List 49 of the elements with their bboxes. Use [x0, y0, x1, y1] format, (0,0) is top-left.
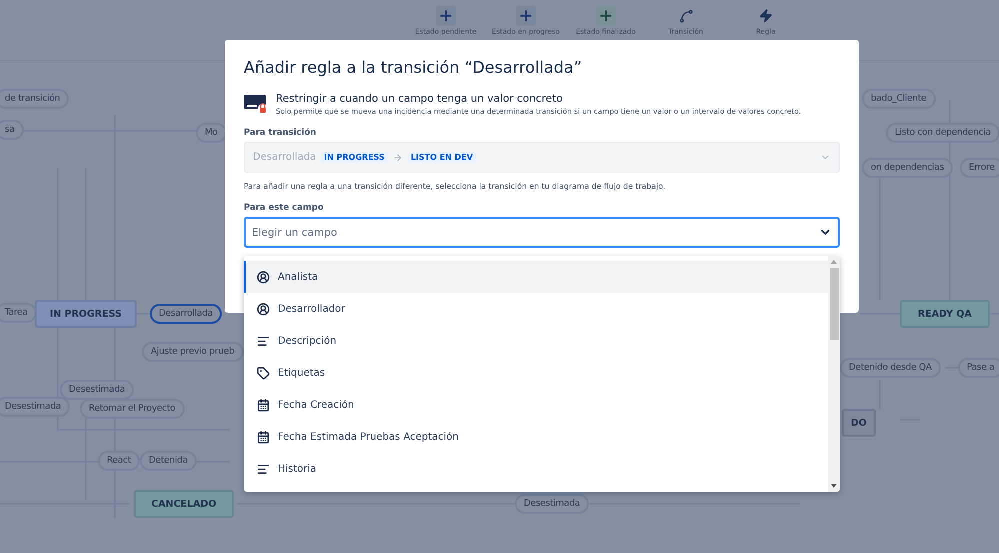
- transition-pill[interactable]: Retomar el Proyecto: [80, 399, 185, 419]
- status-node[interactable]: CANCELADO: [134, 490, 234, 518]
- transition-pill[interactable]: Desestimada: [515, 494, 590, 514]
- plus-icon: [516, 6, 536, 26]
- field-lock-icon: [244, 93, 268, 115]
- status-node[interactable]: READY QA: [900, 300, 990, 328]
- calendar-icon: [257, 430, 270, 444]
- menu-option[interactable]: Analista: [244, 261, 828, 293]
- transition-pill[interactable]: Errore: [960, 158, 999, 178]
- transition-pill[interactable]: Desarrollada: [150, 304, 222, 324]
- field-label: Para este campo: [244, 203, 325, 213]
- transition-pill[interactable]: Detenido desde QA: [840, 358, 941, 378]
- transition-pill[interactable]: React: [98, 451, 140, 471]
- field-label: Para transición: [244, 128, 318, 138]
- transition-pill[interactable]: Desestimada: [60, 380, 134, 400]
- option-label: Descripción: [278, 336, 337, 346]
- dialog-title: Añadir regla a la transición “Desarrollada”: [244, 58, 584, 77]
- transition-pill[interactable]: bado_Cliente: [862, 89, 936, 109]
- plus-icon: [596, 6, 616, 26]
- option-label: Desarrollador: [278, 304, 346, 314]
- status-lozenge: LISTO EN DEV: [408, 152, 476, 163]
- transition-pill[interactable]: Desestimada: [0, 397, 70, 417]
- option-label: Analista: [278, 272, 318, 282]
- person-icon: [257, 302, 270, 316]
- transition-pill[interactable]: on dependencias: [862, 158, 954, 178]
- lines-icon: [257, 462, 270, 476]
- transition-pill[interactable]: Mo: [196, 123, 227, 143]
- option-label: Fecha Estimada Pruebas Aceptación: [278, 432, 460, 442]
- field-select[interactable]: Elegir un campo: [244, 217, 840, 248]
- transition-pill[interactable]: Listo con dependencia: [886, 123, 999, 143]
- status-lozenge: IN PROGRESS: [321, 152, 388, 163]
- option-label: Historia: [278, 464, 317, 474]
- calendar-icon: [257, 398, 270, 412]
- transition-pill[interactable]: Ajuste previo prueb: [142, 342, 244, 362]
- lines-icon: [257, 334, 270, 348]
- tag-icon: [257, 366, 270, 380]
- person-icon: [257, 270, 270, 284]
- transition-pill[interactable]: sa: [0, 120, 24, 140]
- plus-icon: [436, 6, 456, 26]
- status-node[interactable]: DO: [842, 409, 876, 437]
- status-node[interactable]: IN PROGRESS: [35, 300, 137, 328]
- transition-pill[interactable]: Pase a: [958, 358, 999, 378]
- option-label: Etiquetas: [278, 368, 326, 378]
- arrow-icon: [392, 152, 403, 162]
- rule-title: Restringir a cuando un campo tenga un valor concreto: [276, 93, 564, 105]
- transition-pill[interactable]: Tarea: [0, 303, 37, 323]
- transition-pill[interactable]: Detenida: [140, 451, 197, 471]
- transition-pill[interactable]: de transición: [0, 89, 70, 109]
- option-label: Fecha Creación: [278, 400, 354, 410]
